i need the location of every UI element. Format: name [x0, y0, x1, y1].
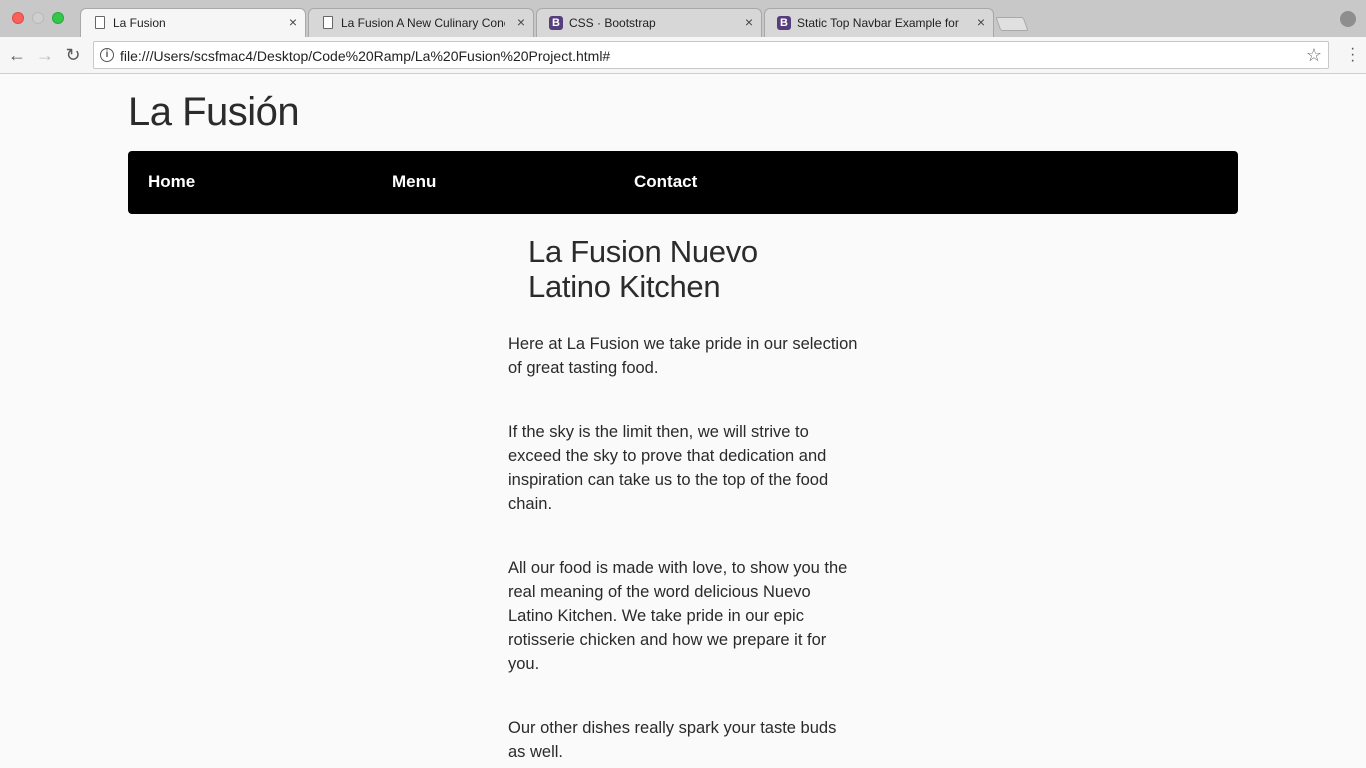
- tab-title: Static Top Navbar Example for: [797, 16, 959, 30]
- browser-tab-la-fusion[interactable]: La Fusion ×: [80, 8, 306, 37]
- profile-icon[interactable]: [1340, 11, 1356, 27]
- back-arrow-icon[interactable]: ←: [6, 44, 28, 66]
- tab-close-icon[interactable]: ×: [517, 14, 525, 30]
- tab-close-icon[interactable]: ×: [289, 14, 297, 30]
- minimize-window-button[interactable]: [32, 12, 44, 24]
- tab-close-icon[interactable]: ×: [745, 14, 753, 30]
- tab-title: La Fusion: [113, 16, 166, 30]
- maximize-window-button[interactable]: [52, 12, 64, 24]
- tab-title: La Fusion A New Culinary Conc: [341, 16, 505, 30]
- tab-title: CSS · Bootstrap: [569, 16, 656, 30]
- nav-link-home[interactable]: Home: [148, 172, 195, 192]
- page-heading: La Fusion Nuevo Latino Kitchen: [528, 234, 828, 304]
- page-icon: [323, 16, 333, 29]
- bootstrap-icon: B: [549, 16, 563, 30]
- reload-icon[interactable]: ↻: [62, 44, 84, 66]
- other-dishes-paragraph: Our other dishes really spark your taste…: [508, 719, 837, 761]
- page-heading-line-2: Latino Kitchen: [528, 269, 721, 304]
- sky-paragraph: If the sky is the limit then, we will st…: [508, 423, 829, 513]
- bookmark-star-icon[interactable]: ☆: [1306, 45, 1322, 65]
- address-bar[interactable]: i file:///Users/scsfmac4/Desktop/Code%20…: [93, 41, 1329, 69]
- intro-paragraph: Here at La Fusion we take pride in our s…: [508, 335, 858, 377]
- browser-menu-icon[interactable]: · · ·: [1350, 41, 1355, 69]
- close-window-button[interactable]: [12, 12, 24, 24]
- browser-toolbar: ← → ↻ i file:///Users/scsfmac4/Desktop/C…: [0, 37, 1366, 74]
- nav-link-menu[interactable]: Menu: [392, 172, 436, 192]
- forward-arrow-icon[interactable]: →: [34, 44, 56, 66]
- love-paragraph: All our food is made with love, to show …: [508, 559, 848, 673]
- nav-link-contact[interactable]: Contact: [634, 172, 697, 192]
- page-heading-line-1: La Fusion Nuevo: [528, 234, 758, 269]
- address-url[interactable]: file:///Users/scsfmac4/Desktop/Code%20Ra…: [120, 48, 610, 64]
- main-navbar: Home Menu Contact: [128, 151, 1238, 214]
- browser-tab-navbar-example[interactable]: B Static Top Navbar Example for ×: [764, 8, 994, 37]
- browser-tab-css-bootstrap[interactable]: B CSS · Bootstrap ×: [536, 8, 762, 37]
- new-tab-button[interactable]: [995, 17, 1029, 31]
- bootstrap-icon: B: [777, 16, 791, 30]
- tab-close-icon[interactable]: ×: [977, 14, 985, 30]
- site-title: La Fusión: [128, 90, 300, 134]
- browser-tab-culinary[interactable]: La Fusion A New Culinary Conc ×: [308, 8, 534, 37]
- page-icon: [95, 16, 105, 29]
- info-icon[interactable]: i: [100, 48, 114, 62]
- browser-tab-strip: La Fusion × La Fusion A New Culinary Con…: [0, 0, 1366, 37]
